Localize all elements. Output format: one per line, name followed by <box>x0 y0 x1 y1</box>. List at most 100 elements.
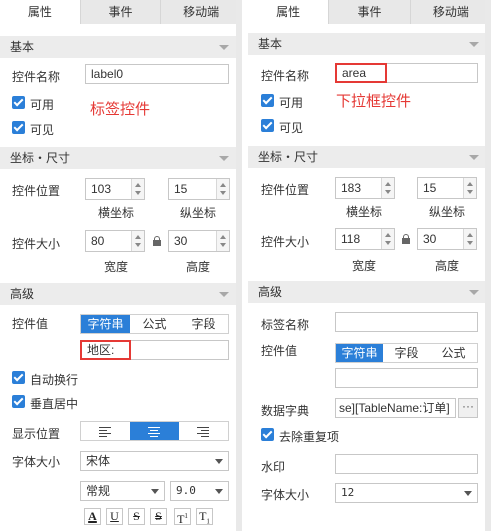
step-up-icon[interactable] <box>467 182 473 186</box>
value-type-formula[interactable]: 公式 <box>130 315 179 333</box>
step-up-icon[interactable] <box>135 235 141 239</box>
available-label: 可用 <box>279 96 304 110</box>
available-checkbox[interactable] <box>261 94 274 107</box>
section-advanced[interactable]: 高级 <box>0 283 241 305</box>
section-advanced[interactable]: 高级 <box>248 281 491 303</box>
align-center-button[interactable] <box>130 422 179 440</box>
y-coord-stepper[interactable]: 15 <box>417 177 477 199</box>
chevron-down-icon <box>215 489 223 494</box>
step-up-icon[interactable] <box>220 183 226 187</box>
font-size-select[interactable]: 12 <box>335 483 478 503</box>
step-down-icon[interactable] <box>385 241 391 245</box>
section-advanced-title: 高级 <box>10 287 35 301</box>
section-coords-size[interactable]: 坐标・尺寸 <box>248 146 491 168</box>
chevron-down-icon <box>215 459 223 464</box>
section-coords-title: 坐标・尺寸 <box>258 150 319 164</box>
control-name-value[interactable]: area <box>335 63 387 83</box>
underline-button[interactable]: U <box>106 508 123 525</box>
tab-mobile[interactable]: 移动端 <box>161 0 241 24</box>
subscript-button[interactable]: T1 <box>196 508 213 525</box>
tag-name-input[interactable] <box>335 312 478 332</box>
section-coords-size[interactable]: 坐标・尺寸 <box>0 147 241 169</box>
align-left-button[interactable] <box>81 422 130 440</box>
left-scrollbar[interactable] <box>236 0 242 531</box>
control-value-label: 控件值 <box>261 344 298 358</box>
value-type-field[interactable]: 字段 <box>179 315 228 333</box>
align-right-button[interactable] <box>179 422 228 440</box>
auto-wrap-checkbox[interactable] <box>12 371 25 384</box>
control-value-input[interactable] <box>335 368 478 388</box>
align-center-icon <box>148 427 160 437</box>
height-stepper[interactable]: 30 <box>417 228 477 250</box>
width-stepper[interactable]: 118 <box>335 228 395 250</box>
remove-duplicates-checkbox[interactable] <box>261 428 274 441</box>
control-value-text[interactable]: 地区: <box>80 340 131 360</box>
step-down-icon[interactable] <box>220 191 226 195</box>
control-size-label: 控件大小 <box>261 235 310 249</box>
height-value: 30 <box>423 232 437 246</box>
tab-properties[interactable]: 属性 <box>248 0 330 24</box>
collapse-caret-icon[interactable] <box>219 292 229 297</box>
value-type-selector: 字符串 字段 公式 <box>335 343 478 363</box>
section-basic[interactable]: 基本 <box>0 36 241 58</box>
collapse-caret-icon[interactable] <box>469 290 479 295</box>
strikethrough-button[interactable]: S <box>128 508 145 525</box>
x-coord-caption: 横坐标 <box>345 205 382 219</box>
tab-properties[interactable]: 属性 <box>0 0 81 24</box>
step-up-icon[interactable] <box>385 233 391 237</box>
double-strikethrough-button[interactable]: S <box>150 508 167 525</box>
height-stepper[interactable]: 30 <box>168 230 230 252</box>
tab-mobile[interactable]: 移动端 <box>411 0 491 24</box>
step-down-icon[interactable] <box>135 243 141 247</box>
collapse-caret-icon[interactable] <box>469 155 479 160</box>
available-checkbox[interactable] <box>12 96 25 109</box>
lock-aspect-icon[interactable] <box>402 234 410 244</box>
step-up-icon[interactable] <box>135 183 141 187</box>
visible-checkbox[interactable] <box>12 121 25 134</box>
data-dictionary-more-button[interactable]: ··· <box>458 398 478 418</box>
width-stepper[interactable]: 80 <box>85 230 145 252</box>
step-up-icon[interactable] <box>467 233 473 237</box>
section-coords-title: 坐标・尺寸 <box>10 151 71 165</box>
font-family-select[interactable]: 宋体 <box>80 451 229 471</box>
tab-events[interactable]: 事件 <box>81 0 162 24</box>
collapse-caret-icon[interactable] <box>469 42 479 47</box>
auto-wrap-label: 自动换行 <box>30 373 79 387</box>
y-coord-stepper[interactable]: 15 <box>168 178 230 200</box>
align-left-icon <box>99 427 111 437</box>
step-down-icon[interactable] <box>385 190 391 194</box>
step-down-icon[interactable] <box>135 191 141 195</box>
annotation-label-control: 标签控件 <box>90 101 151 118</box>
step-down-icon[interactable] <box>467 190 473 194</box>
font-style-select[interactable]: 常规 <box>80 481 165 501</box>
control-name-input[interactable]: label0 <box>85 64 229 84</box>
value-type-field[interactable]: 字段 <box>383 344 430 362</box>
vertical-center-checkbox[interactable] <box>12 395 25 408</box>
value-type-formula[interactable]: 公式 <box>430 344 477 362</box>
step-down-icon[interactable] <box>467 241 473 245</box>
step-up-icon[interactable] <box>220 235 226 239</box>
visible-checkbox[interactable] <box>261 119 274 132</box>
collapse-caret-icon[interactable] <box>219 156 229 161</box>
value-type-string[interactable]: 字符串 <box>336 344 383 362</box>
superscript-button[interactable]: T1 <box>174 508 191 526</box>
step-down-icon[interactable] <box>220 243 226 247</box>
data-dictionary-input[interactable]: se][TableName:订单] <box>335 398 456 418</box>
right-scrollbar[interactable] <box>485 0 491 531</box>
collapse-caret-icon[interactable] <box>219 45 229 50</box>
tab-events[interactable]: 事件 <box>329 0 411 24</box>
section-basic-title: 基本 <box>258 37 283 51</box>
x-coord-value: 183 <box>341 181 362 195</box>
x-coord-stepper[interactable]: 103 <box>85 178 145 200</box>
section-basic[interactable]: 基本 <box>248 33 491 55</box>
x-coord-stepper[interactable]: 183 <box>335 177 395 199</box>
y-coord-value: 15 <box>423 181 437 195</box>
lock-aspect-icon[interactable] <box>153 236 161 246</box>
left-property-panel: 属性 事件 移动端 基本 控件名称 label0 可用 标签控件 可见 坐标・尺… <box>0 0 241 531</box>
font-size-select[interactable]: 9.0 <box>170 481 229 501</box>
step-up-icon[interactable] <box>385 182 391 186</box>
value-type-string[interactable]: 字符串 <box>81 315 130 333</box>
vertical-center-label: 垂直居中 <box>30 397 79 411</box>
watermark-input[interactable] <box>335 454 478 474</box>
font-color-button[interactable]: A <box>84 508 101 525</box>
